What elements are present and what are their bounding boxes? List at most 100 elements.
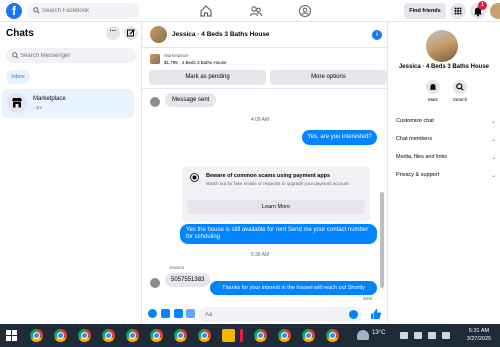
menu-chat-members[interactable]: Chat members ⌄ xyxy=(396,136,496,148)
chrome-taskbar-icon[interactable] xyxy=(278,329,291,342)
account-avatar[interactable] xyxy=(490,3,500,19)
more-dots-icon: ··· xyxy=(109,28,117,35)
chrome-taskbar-icon[interactable] xyxy=(102,329,115,342)
chats-sidebar: Chats ··· Inbox Marketplace · 1m xyxy=(0,22,142,324)
top-bar: f Find friends 1 xyxy=(0,0,500,22)
bell-icon xyxy=(426,80,440,94)
chevron-down-icon: ⌄ xyxy=(490,119,496,125)
compose-icon xyxy=(127,29,135,37)
file-explorer-icon[interactable] xyxy=(222,329,235,342)
message-input[interactable] xyxy=(205,307,345,322)
thread-item-marketplace[interactable]: Marketplace · 1m xyxy=(2,89,134,118)
message-sent-notice: Message sent xyxy=(165,93,217,107)
facebook-search-input[interactable] xyxy=(42,3,137,19)
scrollbar-thumb[interactable] xyxy=(380,192,384,288)
facebook-logo-icon[interactable]: f xyxy=(6,3,22,19)
listing-category: Marketplace xyxy=(164,53,189,58)
plus-icon[interactable] xyxy=(148,309,157,318)
sender-avatar xyxy=(150,278,160,288)
messenger-search[interactable] xyxy=(6,48,136,63)
clock-date: 3/27/2025 xyxy=(466,336,492,342)
chats-title: Chats xyxy=(6,28,34,39)
windows-start-icon[interactable] xyxy=(6,330,17,341)
chrome-taskbar-icon[interactable] xyxy=(198,329,211,342)
search-icon xyxy=(12,52,19,59)
menu-customize-chat[interactable]: Customize chat ⌄ xyxy=(396,118,496,130)
chrome-taskbar-icon[interactable] xyxy=(254,329,267,342)
menu-label: Customize chat xyxy=(396,118,434,124)
message-status: Sent xyxy=(363,296,373,301)
sender-avatar xyxy=(150,97,160,107)
scam-warning-title: Beware of common scams using payment app… xyxy=(206,173,331,179)
listing-thumbnail[interactable] xyxy=(150,54,160,64)
profile-name: Jessica · 4 Beds 3 Baths House xyxy=(398,64,490,70)
menu-media-files-links[interactable]: Media, files and links ⌄ xyxy=(396,154,496,166)
info-icon[interactable]: i xyxy=(372,30,382,40)
find-friends-button[interactable]: Find friends xyxy=(404,3,446,19)
chrome-taskbar-icon[interactable] xyxy=(54,329,67,342)
new-message-button[interactable] xyxy=(124,26,138,40)
listing-description[interactable]: $1,795 · 4 Beds 3 Baths House xyxy=(164,60,227,65)
search-label: Search xyxy=(452,97,468,102)
chevron-down-icon: ⌄ xyxy=(490,173,496,179)
clock-time: 5:31 AM xyxy=(468,328,490,334)
chrome-taskbar-icon[interactable] xyxy=(150,329,163,342)
home-icon[interactable] xyxy=(199,4,213,18)
temperature[interactable]: 13°C xyxy=(372,330,385,336)
messenger-search-input[interactable] xyxy=(20,48,130,63)
chevron-down-icon: ⌄ xyxy=(490,137,496,143)
chat-header: Jessica · 4 Beds 3 Baths House i xyxy=(142,22,388,48)
gif-icon[interactable] xyxy=(186,309,195,318)
chat-title[interactable]: Jessica · 4 Beds 3 Baths House xyxy=(172,31,270,38)
tray-icon[interactable] xyxy=(400,332,408,339)
tray-icon[interactable] xyxy=(442,332,450,339)
groups-icon[interactable] xyxy=(298,4,312,18)
more-options-button[interactable]: More options xyxy=(270,70,387,85)
thumbs-up-icon[interactable] xyxy=(370,308,382,320)
weather-icon[interactable] xyxy=(357,330,369,340)
chat-options-button[interactable]: ··· xyxy=(106,26,120,40)
mute-button[interactable]: Mute xyxy=(422,80,444,102)
search-conversation-button[interactable]: Search xyxy=(449,80,471,102)
menu-grid-button[interactable] xyxy=(450,3,466,19)
profile-picture[interactable] xyxy=(426,30,458,62)
message-bubble-incoming: 5057551383 xyxy=(165,273,211,287)
chat-avatar[interactable] xyxy=(150,26,167,43)
chrome-taskbar-icon[interactable] xyxy=(326,329,339,342)
notification-badge: 1 xyxy=(478,1,487,10)
listing-bar: Marketplace $1,795 · 4 Beds 3 Baths Hous… xyxy=(142,49,388,89)
sender-name: Jessica xyxy=(169,265,185,270)
conversation-panel: Jessica · 4 Beds 3 Baths House i Marketp… xyxy=(142,22,388,324)
emoji-icon[interactable] xyxy=(349,310,358,319)
timestamp: 5:30 AM xyxy=(250,252,270,258)
learn-more-button[interactable]: Learn More xyxy=(187,200,365,214)
conversation-scrollbar[interactable] xyxy=(380,92,384,292)
volume-icon[interactable] xyxy=(428,332,436,339)
friends-icon[interactable] xyxy=(249,4,263,18)
network-icon[interactable] xyxy=(414,332,422,339)
marketplace-store-icon xyxy=(12,98,22,108)
thread-name: Marketplace xyxy=(33,96,66,102)
chrome-taskbar-icon[interactable] xyxy=(30,329,43,342)
menu-label: Media, files and links xyxy=(396,154,448,160)
chrome-taskbar-icon[interactable] xyxy=(126,329,139,342)
message-input-box[interactable] xyxy=(199,307,362,322)
chrome-taskbar-icon[interactable] xyxy=(302,329,315,342)
message-list[interactable]: Message sent 4:09 AM Yes, are you intere… xyxy=(142,90,388,294)
image-icon[interactable] xyxy=(161,309,170,318)
menu-privacy-support[interactable]: Privacy & support ⌄ xyxy=(396,172,496,184)
message-bubble-outgoing: Thanks for your interest in the housel w… xyxy=(210,281,377,295)
system-clock[interactable]: 5:31 AM 3/27/2025 xyxy=(461,327,497,343)
conversation-details: Jessica · 4 Beds 3 Baths House Mute Sear… xyxy=(388,22,500,324)
mark-as-pending-button[interactable]: Mark as pending xyxy=(149,70,266,85)
app-taskbar-icon[interactable] xyxy=(240,329,243,342)
search-icon xyxy=(33,7,40,14)
inbox-tab[interactable]: Inbox xyxy=(6,70,30,84)
radio-dot-icon xyxy=(190,173,199,182)
chrome-taskbar-icon[interactable] xyxy=(174,329,187,342)
facebook-search[interactable] xyxy=(27,3,139,19)
chrome-taskbar-icon[interactable] xyxy=(78,329,91,342)
scam-warning-card: Beware of common scams using payment app… xyxy=(182,166,370,222)
sticker-icon[interactable] xyxy=(174,309,183,318)
thread-time: · 1m xyxy=(33,105,42,110)
